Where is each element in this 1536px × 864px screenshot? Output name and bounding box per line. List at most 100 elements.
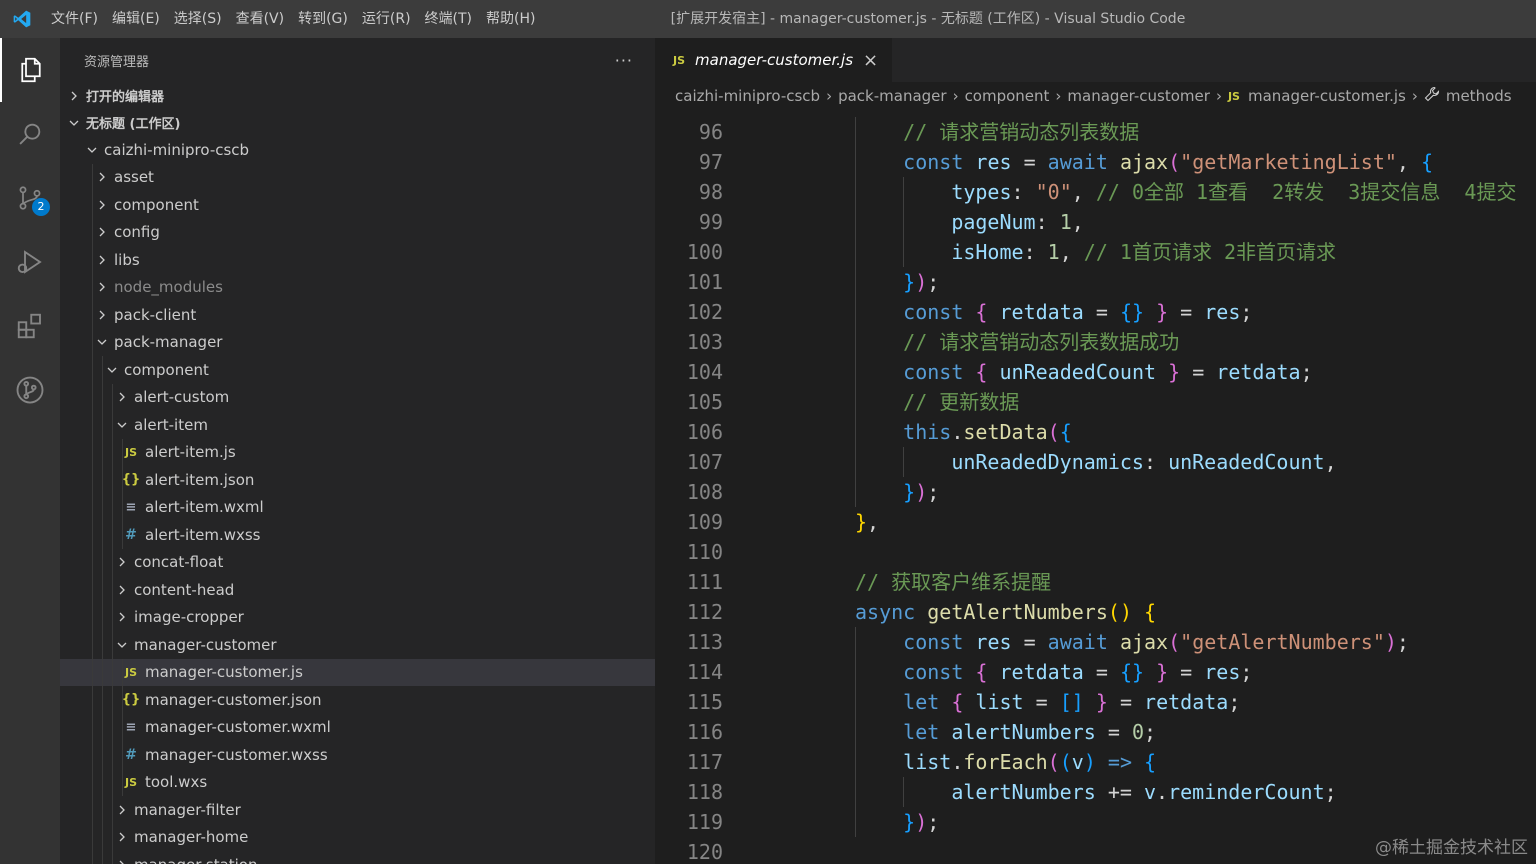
- code-line[interactable]: 106 this.setData({: [655, 417, 1536, 447]
- menu-item[interactable]: 运行(R): [355, 0, 418, 38]
- line-number: 100: [686, 240, 723, 264]
- menu-item[interactable]: 查看(V): [229, 0, 292, 38]
- code-line[interactable]: 101});: [655, 267, 1536, 297]
- tree-folder[interactable]: content-head: [60, 576, 655, 604]
- code-text: const res = await ajax("getMarketingList…: [903, 150, 1434, 174]
- source-control-icon[interactable]: 2: [0, 166, 60, 230]
- indent-guide: [903, 447, 905, 477]
- chevron-down-icon: [66, 115, 82, 131]
- indent-guide: [92, 658, 93, 686]
- chevron-right-icon: ›: [1055, 87, 1062, 105]
- indent-guide: [92, 301, 93, 329]
- menu-item[interactable]: 转到(G): [291, 0, 355, 38]
- tree-folder[interactable]: manager-filter: [60, 796, 655, 824]
- tab-manager-customer-js[interactable]: JS manager-customer.js ×: [655, 38, 893, 82]
- code-line[interactable]: 113 const res = await ajax("getAlertNumbe…: [655, 627, 1536, 657]
- workspace-section[interactable]: 无标题 (工作区): [60, 109, 655, 136]
- code-line[interactable]: 102 const { retdata = {} } = res;: [655, 297, 1536, 327]
- wxml-file-icon: ≡: [125, 499, 137, 515]
- code-line[interactable]: 107 unReadedDynamics: unReadedCount,: [655, 447, 1536, 477]
- code-line[interactable]: 104 const { unReadedCount } = retdata;: [655, 357, 1536, 387]
- tree-folder[interactable]: libs: [60, 246, 655, 274]
- code-line[interactable]: 111 // 获取客户维系提醒: [655, 567, 1536, 597]
- tree-folder[interactable]: config: [60, 218, 655, 246]
- code-text: const res = await ajax("getAlertNumbers"…: [903, 630, 1409, 654]
- tree-folder[interactable]: image-cropper: [60, 603, 655, 631]
- wxss-file-icon: #: [125, 746, 137, 763]
- line-number: 102: [686, 300, 723, 324]
- tree-folder[interactable]: component: [60, 191, 655, 219]
- menu-item[interactable]: 帮助(H): [479, 0, 542, 38]
- breadcrumb-item[interactable]: component: [965, 87, 1050, 105]
- indent-guide: [855, 237, 856, 267]
- code-line[interactable]: 96 // 请求营销动态列表数据: [655, 117, 1536, 147]
- indent-guide: [102, 658, 103, 686]
- tree-folder[interactable]: pack-manager: [60, 328, 655, 356]
- search-icon[interactable]: [0, 102, 60, 166]
- tree-folder[interactable]: alert-custom: [60, 383, 655, 411]
- menu-item[interactable]: 选择(S): [167, 0, 229, 38]
- breadcrumb-item[interactable]: manager-customer.js: [1248, 87, 1406, 105]
- tree-file[interactable]: JS tool.wxs: [60, 768, 655, 796]
- line-number: 108: [686, 480, 723, 504]
- activity-bar: 2: [0, 38, 60, 864]
- menu-item[interactable]: 文件(F): [44, 0, 105, 38]
- code-line[interactable]: 98 types: "0", // 0全部 1查看 2转发 3提交信息 4提交: [655, 177, 1536, 207]
- code-line[interactable]: 105 // 更新数据: [655, 387, 1536, 417]
- code-line[interactable]: 117 list.forEach((v) => {: [655, 747, 1536, 777]
- tree-folder[interactable]: manager-customer: [60, 631, 655, 659]
- indent-guide: [92, 246, 93, 274]
- code-line[interactable]: 103 // 请求营销动态列表数据成功: [655, 327, 1536, 357]
- chevron-right-icon: [114, 582, 130, 598]
- extensions-icon[interactable]: [0, 294, 60, 358]
- code-line[interactable]: 99 pageNum: 1,: [655, 207, 1536, 237]
- menu-item[interactable]: 终端(T): [418, 0, 479, 38]
- code-text: });: [903, 270, 940, 294]
- code-line[interactable]: 118 alertNumbers += v.reminderCount;: [655, 777, 1536, 807]
- code-line[interactable]: 100 isHome: 1, // 1首页请求 2非首页请求: [655, 237, 1536, 267]
- code-line[interactable]: 108});: [655, 477, 1536, 507]
- open-editors-section[interactable]: 打开的编辑器: [60, 82, 655, 109]
- breadcrumb-item[interactable]: caizhi-minipro-cscb: [675, 87, 820, 105]
- code-line[interactable]: 115 let { list = [] } = retdata;: [655, 687, 1536, 717]
- more-actions-icon[interactable]: ···: [615, 51, 633, 70]
- code-view[interactable]: 96 // 请求营销动态列表数据 97 const res = await ajax(…: [655, 111, 1536, 864]
- code-text: async getAlertNumbers() {: [855, 600, 1157, 624]
- tree-folder[interactable]: component: [60, 356, 655, 384]
- scm-badge: 2: [32, 198, 50, 216]
- tree-file[interactable]: JS alert-item.js: [60, 438, 655, 466]
- tree-folder[interactable]: concat-float: [60, 548, 655, 576]
- breadcrumb-item[interactable]: pack-manager: [838, 87, 946, 105]
- tree-folder[interactable]: pack-client: [60, 301, 655, 329]
- tree-folder[interactable]: asset: [60, 163, 655, 191]
- code-text: pageNum: 1,: [951, 210, 1084, 234]
- tree-file[interactable]: {} manager-customer.json: [60, 686, 655, 714]
- code-line[interactable]: 97 const res = await ajax("getMarketingLi…: [655, 147, 1536, 177]
- git-graph-icon[interactable]: [0, 358, 60, 422]
- close-icon[interactable]: ×: [863, 50, 878, 71]
- tree-folder[interactable]: node_modules: [60, 273, 655, 301]
- run-debug-icon[interactable]: [0, 230, 60, 294]
- menu-bar: 文件(F) 编辑(E) 选择(S) 查看(V) 转到(G) 运行(R) 终端(T) 帮助(H): [44, 0, 542, 38]
- tree-folder[interactable]: alert-item: [60, 411, 655, 439]
- indent-guide: [855, 447, 856, 477]
- indent-guide: [92, 851, 93, 864]
- code-line[interactable]: 110: [655, 537, 1536, 567]
- breadcrumb-item[interactable]: methods: [1446, 87, 1512, 105]
- code-line[interactable]: 116 let alertNumbers = 0;: [655, 717, 1536, 747]
- code-line[interactable]: 114 const { retdata = {} } = res;: [655, 657, 1536, 687]
- tree-folder[interactable]: manager-home: [60, 823, 655, 851]
- tree-folder[interactable]: caizhi-minipro-cscb: [60, 136, 655, 164]
- breadcrumb-item[interactable]: manager-customer: [1067, 87, 1210, 105]
- tree-file[interactable]: # manager-customer.wxss: [60, 741, 655, 769]
- menu-item[interactable]: 编辑(E): [105, 0, 167, 38]
- code-line[interactable]: 112 async getAlertNumbers() {: [655, 597, 1536, 627]
- tree-file[interactable]: ≡ manager-customer.wxml: [60, 713, 655, 741]
- tree-file[interactable]: JS manager-customer.js: [60, 658, 655, 686]
- tree-folder[interactable]: manager-station: [60, 851, 655, 864]
- tree-file[interactable]: ≡ alert-item.wxml: [60, 493, 655, 521]
- tree-file[interactable]: {} alert-item.json: [60, 466, 655, 494]
- explorer-icon[interactable]: [0, 38, 60, 102]
- tree-file[interactable]: # alert-item.wxss: [60, 521, 655, 549]
- code-line[interactable]: 109},: [655, 507, 1536, 537]
